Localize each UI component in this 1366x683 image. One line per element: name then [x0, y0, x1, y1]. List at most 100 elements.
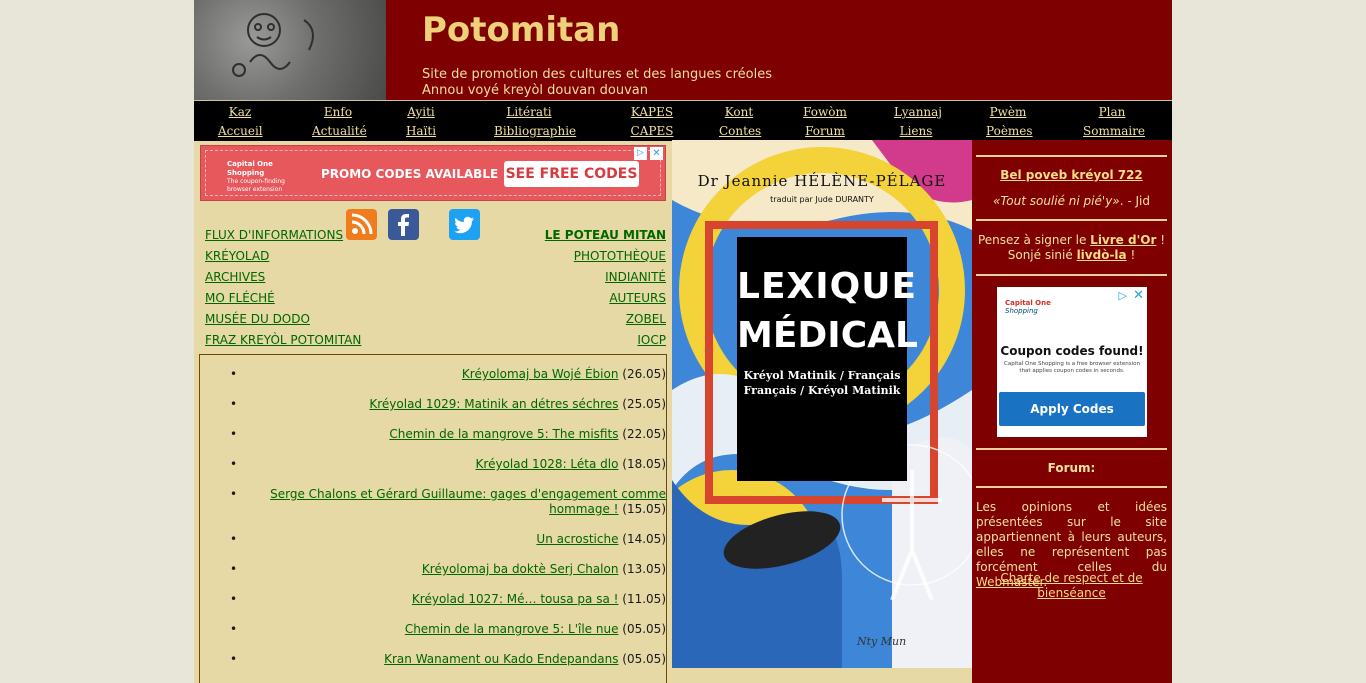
- proverb: «Tout soulié ni pié'y». - Jid: [976, 194, 1167, 209]
- guestbook-creole-link[interactable]: livdò-la: [1077, 248, 1127, 262]
- guestbook-text: Pensez à signer le: [977, 233, 1091, 247]
- news-link[interactable]: Un acrostiche: [536, 532, 618, 546]
- close-icon[interactable]: ✕: [1133, 288, 1144, 303]
- proverb-heading: Bel poveb kréyol 722: [976, 168, 1167, 183]
- nav-link-fowom[interactable]: Fowòm: [803, 103, 847, 122]
- link-le-poteau-mitan[interactable]: LE POTEAU MITAN: [545, 228, 666, 242]
- twitter-icon[interactable]: [449, 209, 480, 240]
- bullet: •: [230, 532, 238, 546]
- news-link[interactable]: Kran Wanament ou Kado Endepandans: [384, 652, 618, 666]
- nav-link-accueil[interactable]: Accueil: [218, 122, 263, 141]
- divider: [976, 448, 1167, 450]
- link-kreyolad[interactable]: KRÉYOLAD: [205, 249, 269, 263]
- main-navigation: Kaz Accueil Enfo Actualité Ayiti Haïti L…: [194, 100, 1172, 141]
- link-phototheque[interactable]: PHOTOTHÈQUE: [574, 249, 666, 263]
- book-cover-image[interactable]: Nty Mun Dr Jeannie HÉLÈNE-PÉLAGE traduit…: [672, 140, 972, 668]
- nav-link-enfo[interactable]: Enfo: [312, 103, 364, 122]
- nav-item-accueil: Kaz Accueil: [218, 103, 263, 141]
- book-title-line-1: LEXIQUE: [737, 266, 918, 307]
- nav-link-bibliographie[interactable]: Bibliographie: [494, 122, 576, 141]
- proverb-quote: «Tout soulié ni pié'y»: [993, 194, 1120, 208]
- link-archives[interactable]: ARCHIVES: [205, 270, 265, 284]
- apply-codes-button[interactable]: Apply Codes: [999, 392, 1145, 426]
- svg-text:Nty Mun: Nty Mun: [856, 635, 906, 648]
- ad-brand: Capital One Shopping: [1005, 299, 1051, 315]
- proverb-title-link[interactable]: Bel poveb kréyol 722: [1000, 168, 1143, 182]
- bullet: •: [230, 457, 238, 471]
- charter-link[interactable]: Charte de respect et de bienséance: [1000, 571, 1142, 600]
- nav-link-contes[interactable]: Contes: [719, 122, 761, 141]
- news-link[interactable]: Kréyolad 1029: Matinik an détres séchres: [369, 397, 618, 411]
- close-icon[interactable]: ✕: [650, 147, 663, 160]
- nav-link-liens[interactable]: Liens: [894, 122, 938, 141]
- news-link[interactable]: Kréyolad 1028: Léta dlo: [476, 457, 619, 471]
- news-link[interactable]: Serge Chalons et Gérard Guillaume: gages…: [270, 487, 666, 516]
- book-translator: traduit par Jude DURANTY: [770, 195, 874, 204]
- news-link[interactable]: Kréyolomaj ba Wojé Ébion: [462, 367, 619, 381]
- facebook-icon[interactable]: [388, 209, 419, 240]
- book-subtitle-line-1: Kréyol Matinik / Français: [743, 369, 901, 382]
- bullet: •: [230, 397, 238, 411]
- link-flux-informations[interactable]: FLUX D'INFORMATIONS: [205, 228, 343, 242]
- link-auteurs[interactable]: AUTEURS: [609, 291, 666, 305]
- news-date: (26.05): [622, 367, 666, 381]
- guestbook-notice: Pensez à signer le Livre d'Or ! Sonjé si…: [976, 233, 1167, 263]
- news-date: (15.05): [622, 502, 666, 516]
- petroglyph-logo-image[interactable]: [194, 0, 386, 100]
- guestbook-link[interactable]: Livre d'Or: [1090, 233, 1156, 247]
- news-date: (13.05): [622, 562, 666, 576]
- nav-link-kapes[interactable]: KAPES: [630, 103, 674, 122]
- nav-link-capes[interactable]: CAPES: [630, 122, 674, 141]
- link-mo-fleche[interactable]: MO FLÉCHÉ: [205, 291, 275, 305]
- coupon-ad[interactable]: Capital One Shopping ▷ ✕ Coupon codes fo…: [997, 287, 1147, 437]
- nav-item-bibliographie: Litérati Bibliographie: [494, 103, 576, 141]
- nav-link-plan[interactable]: Plan: [1083, 103, 1141, 122]
- nav-link-literati[interactable]: Litérati: [494, 103, 564, 122]
- link-zobel[interactable]: ZOBEL: [626, 312, 666, 326]
- news-link[interactable]: Kréyolomaj ba doktè Serj Chalon: [422, 562, 619, 576]
- nav-link-poemes[interactable]: Poèmes: [986, 122, 1033, 141]
- nav-item-contes: Kont Contes: [719, 103, 761, 141]
- charter-container: Charte de respect et de bienséance: [976, 571, 1167, 601]
- site-header: Potomitan Site de promotion des cultures…: [194, 0, 1172, 100]
- promo-ad-banner[interactable]: Capital One Shopping The coupon-finding …: [200, 145, 666, 201]
- book-subtitle-line-2: Français / Kréyol Matinik: [743, 384, 901, 397]
- news-link[interactable]: Chemin de la mangrove 5: L'île nue: [405, 622, 619, 636]
- nav-item-actualite: Enfo Actualité: [312, 103, 367, 141]
- nav-link-pwem[interactable]: Pwèm: [986, 103, 1030, 122]
- nav-link-actualite[interactable]: Actualité: [312, 122, 367, 141]
- forum-heading: Forum:: [1047, 461, 1096, 475]
- divider: [976, 486, 1167, 488]
- bullet: •: [230, 622, 238, 636]
- nav-item-poemes: Pwèm Poèmes: [986, 103, 1033, 141]
- see-free-codes-button[interactable]: SEE FREE CODES: [504, 161, 639, 187]
- nav-item-sommaire: Plan Sommaire: [1083, 103, 1145, 141]
- adchoices-icon[interactable]: ▷: [1119, 289, 1127, 302]
- nav-link-haiti[interactable]: Haïti: [405, 122, 437, 141]
- nav-item-haiti: Ayiti Haïti: [405, 103, 437, 141]
- guestbook-creole-text: Sonjé sinié: [1007, 248, 1077, 262]
- nav-link-kaz[interactable]: Kaz: [218, 103, 262, 122]
- news-date: (14.05): [622, 532, 666, 546]
- link-fraz-kreyol[interactable]: FRAZ KREYÒL POTOMITAN: [205, 333, 361, 347]
- ad-brand-sub: The coupon-finding browser extension: [227, 178, 285, 193]
- bullet: •: [230, 592, 238, 606]
- proverb-author: . - Jid: [1119, 194, 1150, 208]
- nav-link-lyannaj[interactable]: Lyannaj: [894, 103, 942, 122]
- nav-link-ayiti[interactable]: Ayiti: [405, 103, 437, 122]
- nav-link-forum[interactable]: Forum: [803, 122, 847, 141]
- bullet: •: [230, 487, 238, 501]
- link-iocp[interactable]: IOCP: [637, 333, 666, 347]
- news-list: • Kréyolomaj ba Wojé Ébion (26.05) • Kré…: [199, 354, 667, 683]
- link-musee-du-dodo[interactable]: MUSÉE DU DODO: [205, 312, 310, 326]
- news-link[interactable]: Kréyolad 1027: Mé… tousa pa sa !: [412, 592, 619, 606]
- rss-icon[interactable]: [346, 209, 377, 240]
- nav-link-sommaire[interactable]: Sommaire: [1083, 122, 1145, 141]
- news-date: (11.05): [622, 592, 666, 606]
- link-indianite[interactable]: INDIANITÉ: [605, 270, 666, 284]
- news-link[interactable]: Chemin de la mangrove 5: The misfits: [389, 427, 618, 441]
- ad-promo-text: PROMO CODES AVAILABLE: [321, 167, 499, 181]
- news-date: (05.05): [622, 622, 666, 636]
- adchoices-icon[interactable]: ▷: [634, 147, 647, 160]
- nav-link-kont[interactable]: Kont: [719, 103, 759, 122]
